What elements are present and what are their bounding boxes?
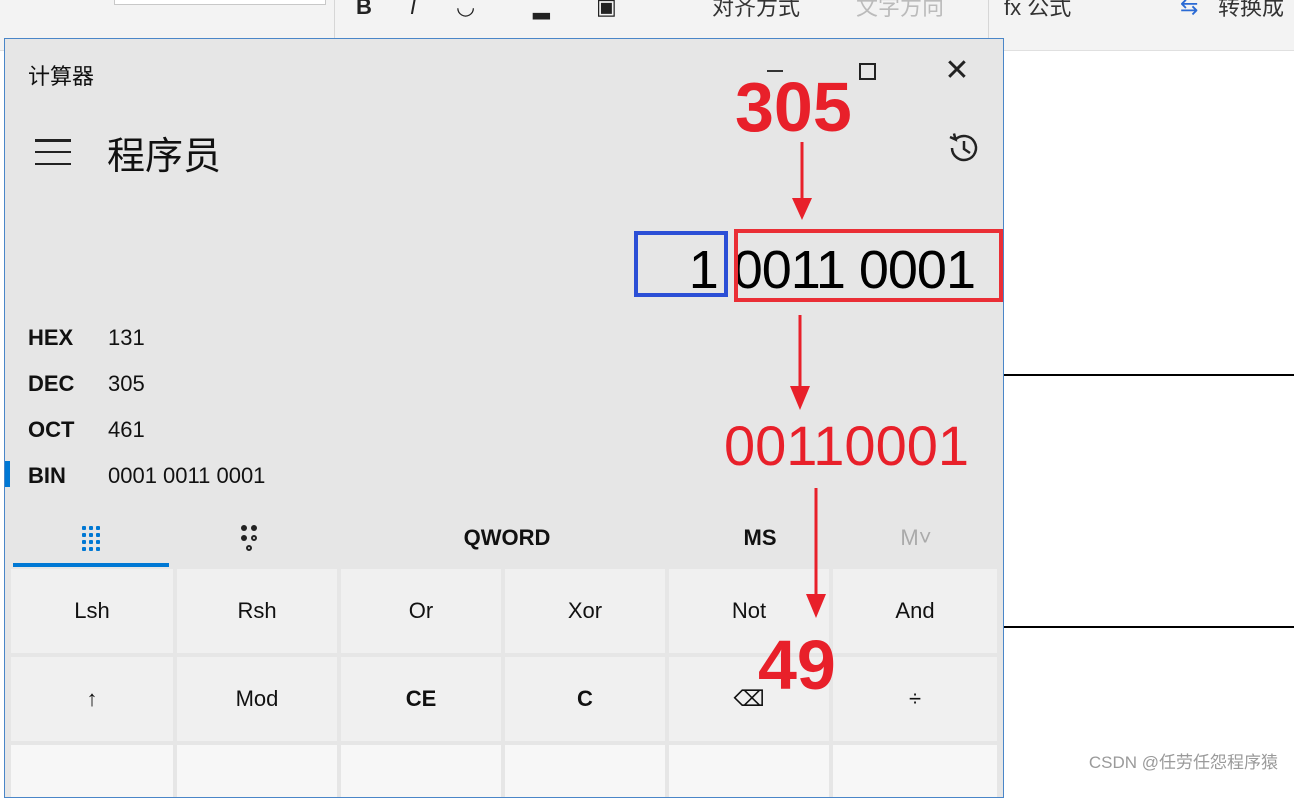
bold-icon[interactable]: B (356, 0, 372, 20)
key-a[interactable] (11, 745, 173, 797)
tab-full-keypad[interactable] (13, 509, 169, 567)
radix-label: OCT (28, 417, 75, 442)
key-lsh[interactable]: Lsh (11, 569, 173, 653)
key-7[interactable] (341, 745, 501, 797)
tab-bit-toggling[interactable] (173, 509, 329, 567)
formula-menu[interactable]: fx 公式 (1004, 0, 1071, 22)
convert-icon[interactable]: ⇆ (1180, 0, 1198, 20)
key-rsh[interactable]: Rsh (177, 569, 337, 653)
key-shift-arrow[interactable]: ↑ (11, 657, 173, 741)
font-color-icon[interactable]: ▣ (596, 0, 617, 20)
mode-title: 程序员 (107, 136, 222, 178)
maximize-icon (858, 62, 876, 80)
fill-color-icon[interactable]: ▂ (533, 0, 550, 20)
app-title: 计算器 (28, 64, 95, 89)
radix-bin[interactable]: BIN 0001 0011 0001 (5, 455, 405, 495)
underline-icon[interactable]: ◡ (456, 0, 475, 20)
key-8[interactable] (505, 745, 665, 797)
convert-menu[interactable]: 转换成 (1218, 0, 1284, 22)
key-multiply[interactable] (833, 745, 997, 797)
radix-hex[interactable]: HEX 131 (5, 317, 405, 357)
radix-active-indicator (5, 461, 10, 487)
radix-dec[interactable]: DEC 305 (5, 363, 405, 403)
bit-toggle-icon (239, 523, 263, 553)
radix-label: DEC (28, 371, 75, 396)
keypad-icon (82, 525, 100, 551)
radix-value: 0001 0011 0001 (108, 463, 266, 488)
document-rule (1004, 626, 1294, 628)
radix-value: 461 (108, 417, 145, 442)
align-menu[interactable]: 对齐方式 (712, 0, 800, 22)
key-xor[interactable]: Xor (505, 569, 665, 653)
document-rule (1004, 374, 1294, 376)
radix-label: HEX (28, 325, 74, 350)
word-size-button[interactable]: QWORD (425, 509, 589, 567)
annotation-low-byte-bits: 00110001 (724, 414, 969, 477)
menu-button[interactable] (35, 139, 71, 165)
font-size-box[interactable] (114, 0, 326, 5)
keypad-tabs: QWORD MS M˅ (5, 509, 1003, 567)
history-icon[interactable] (945, 129, 983, 167)
radix-label: BIN (28, 463, 66, 488)
memory-menu-button[interactable]: M˅ (861, 509, 971, 567)
text-direction-menu[interactable]: 文字方向 (856, 0, 944, 22)
key-mod[interactable]: Mod (177, 657, 337, 741)
annotation-decimal: 305 (735, 68, 852, 146)
memory-store-button[interactable]: MS (705, 509, 815, 567)
annotation-low-byte-value: 49 (758, 626, 836, 704)
key-clear-entry[interactable]: CE (341, 657, 501, 741)
hamburger-icon (35, 139, 71, 142)
title-bar[interactable]: 计算器 ✕ (5, 39, 1003, 101)
low-byte-highlight (734, 229, 1003, 302)
radix-value: 305 (108, 371, 145, 396)
italic-icon[interactable]: I (410, 0, 416, 20)
key-9[interactable] (669, 745, 829, 797)
radix-value: 131 (108, 325, 145, 350)
high-bits-highlight (634, 231, 728, 297)
watermark: CSDN @任劳任怨程序猿 (1088, 753, 1278, 772)
key-divide[interactable]: ÷ (833, 657, 997, 741)
key-and[interactable]: And (833, 569, 997, 653)
radix-oct[interactable]: OCT 461 (5, 409, 405, 449)
key-or[interactable]: Or (341, 569, 501, 653)
close-icon: ✕ (944, 54, 970, 87)
close-button[interactable]: ✕ (935, 53, 979, 89)
key-b[interactable] (177, 745, 337, 797)
key-clear[interactable]: C (505, 657, 665, 741)
